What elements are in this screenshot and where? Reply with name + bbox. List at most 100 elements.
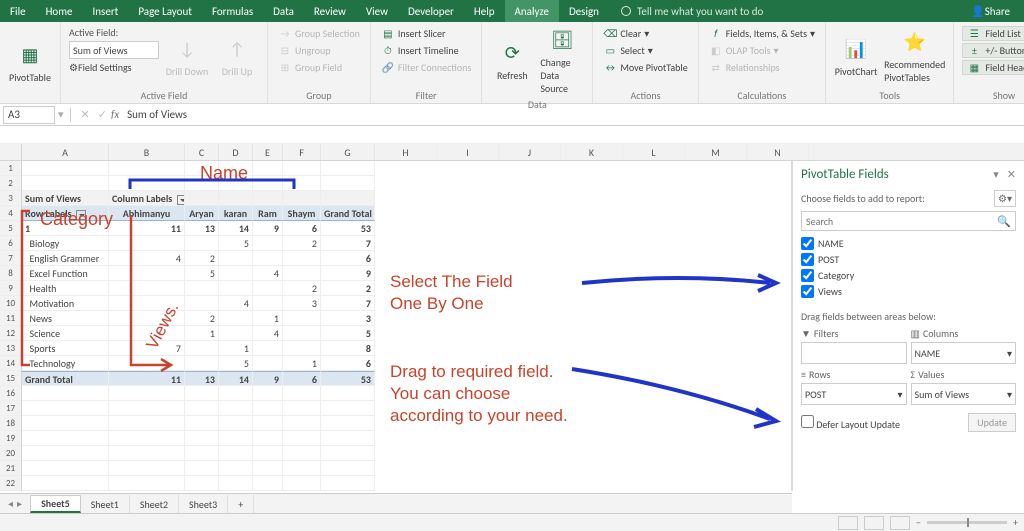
view-pagebreak-icon[interactable] (890, 516, 910, 530)
gear-icon: ⚙ (69, 61, 78, 76)
accept-formula-icon: ✓ (98, 108, 107, 121)
columns-label: ▥ Columns (911, 327, 1017, 340)
values-drop[interactable]: Sum of Views▾ (911, 383, 1017, 405)
pivottable-button[interactable]: ▦PivotTable (8, 26, 52, 99)
view-pagelayout-icon[interactable] (864, 516, 884, 530)
slicer-icon: ▤ (381, 27, 395, 40)
tab-view[interactable]: View (356, 0, 398, 22)
tab-developer[interactable]: Developer (398, 0, 464, 22)
tab-pagelayout[interactable]: Page Layout (128, 0, 202, 22)
fx-icon[interactable]: fx (111, 108, 119, 121)
group-field-icon: ⊞ (278, 61, 292, 74)
filters-drop[interactable] (801, 342, 907, 364)
rec-pt-icon: ⭐ (901, 28, 929, 56)
rows-drop[interactable]: POST▾ (801, 383, 907, 405)
tab-review[interactable]: Review (304, 0, 356, 22)
filter-connections-button: 🔗Filter Connections (379, 60, 473, 75)
pane-gear-icon[interactable]: ⚙▾ (994, 190, 1016, 207)
rel-icon: ⇄ (709, 61, 723, 74)
update-button[interactable]: Update (968, 413, 1016, 432)
field-views[interactable]: Views (801, 285, 1016, 298)
plusminus-buttons-toggle[interactable]: ±+/- Buttons (962, 43, 1024, 58)
sheet-tab[interactable]: Sheet3 (179, 495, 228, 513)
tab-design[interactable]: Design (559, 0, 609, 22)
drill-up-button: ↑Drill Up (215, 26, 259, 86)
datasource-icon: 🗄 (548, 26, 576, 54)
row-headers[interactable]: 12345678910111213141516171819202122 (0, 161, 22, 491)
area-hint: Drag fields between areas below: (801, 310, 1016, 323)
plusminus-icon: ± (967, 44, 981, 57)
insert-slicer-button[interactable]: ▤Insert Slicer (379, 26, 473, 41)
zoom-in-icon[interactable]: + (1013, 516, 1018, 529)
defer-layout-checkbox[interactable]: Defer Layout Update (801, 415, 900, 431)
name-box[interactable]: A3 (3, 106, 55, 124)
pane-dropdown-icon[interactable]: ▾ (993, 168, 999, 181)
field-post[interactable]: POST (801, 253, 1016, 266)
sheet-tabs: ◂ ▸ Sheet5 Sheet1 Sheet2 Sheet3 + (0, 493, 792, 513)
active-field-input[interactable]: Sum of Views (69, 41, 159, 59)
field-headers-toggle[interactable]: ▦Field Headers (962, 60, 1024, 75)
tab-insert[interactable]: Insert (83, 0, 129, 22)
recommended-pivottables-button[interactable]: ⭐Recommended PivotTables (884, 26, 945, 86)
columns-drop[interactable]: NAME▾ (911, 342, 1017, 364)
add-sheet-button[interactable]: + (228, 495, 254, 513)
ribbon: ▦PivotTable Active Field: Sum of Views ⚙… (0, 22, 1024, 104)
menu-tabs: File Home Insert Page Layout Formulas Da… (0, 0, 1024, 22)
filter-conn-icon: 🔗 (381, 61, 395, 74)
relationships-button: ⇄Relationships (707, 60, 817, 75)
tab-home[interactable]: Home (36, 0, 83, 22)
filters-label: ▼ Filters (801, 327, 907, 340)
insert-timeline-button[interactable]: ⏱Insert Timeline (379, 43, 473, 58)
tab-data[interactable]: Data (263, 0, 304, 22)
formula-value[interactable]: Sum of Views (127, 108, 187, 121)
sheet-tab[interactable]: Sheet1 (81, 495, 130, 513)
move-icon: ↔ (603, 61, 617, 74)
select-button[interactable]: ▭Select ▾ (601, 43, 689, 58)
values-label: Σ Values (911, 368, 1017, 381)
pivottable-icon: ▦ (16, 41, 44, 69)
pivotchart-button[interactable]: 📊PivotChart (834, 26, 878, 86)
field-settings-button[interactable]: ⚙Field Settings (69, 61, 159, 76)
drill-down-icon: ↓ (173, 35, 201, 63)
sheet-nav-next[interactable]: ▸ (17, 497, 22, 510)
clear-icon: ⌫ (603, 27, 617, 40)
change-data-source-button[interactable]: 🗄Change Data Source (540, 26, 584, 95)
clear-button[interactable]: ⌫Clear ▾ (601, 26, 689, 41)
move-pivottable-button[interactable]: ↔Move PivotTable (601, 60, 689, 75)
tell-me-search[interactable]: Tell me what you want to do (609, 0, 957, 22)
field-category[interactable]: Category (801, 269, 1016, 282)
sheet-tab[interactable]: Sheet2 (130, 495, 179, 513)
sheet-nav-prev[interactable]: ◂ (8, 497, 13, 510)
fieldlist-icon: ☰ (967, 27, 981, 40)
zoom-slider[interactable] (927, 521, 1007, 524)
fields-items-sets-button[interactable]: 𝑓Fields, Items, & Sets ▾ (707, 26, 817, 41)
refresh-icon: ⟳ (498, 39, 526, 67)
tab-analyze[interactable]: Analyze (505, 0, 559, 22)
tab-file[interactable]: File (0, 0, 36, 22)
group-icon: → (278, 27, 292, 40)
group-selection-button: →Group Selection (276, 26, 362, 41)
pane-close-icon[interactable]: ✕ (1007, 168, 1016, 181)
bulb-icon (621, 6, 631, 16)
column-headers[interactable]: A B C D E F G HIJKLMN (0, 144, 1024, 161)
active-field-label: Active Field: (69, 26, 159, 39)
field-list-toggle[interactable]: ☰Field List (962, 26, 1024, 41)
olap-icon: ◧ (709, 44, 723, 57)
ungroup-button: ⊟Ungroup (276, 43, 362, 58)
timeline-icon: ⏱ (381, 44, 395, 57)
view-normal-icon[interactable] (838, 516, 858, 530)
refresh-button[interactable]: ⟳Refresh (490, 26, 534, 95)
field-search[interactable]: 🔍 (801, 211, 1016, 231)
fis-icon: 𝑓 (709, 27, 723, 40)
rows-label: ≡ Rows (801, 368, 907, 381)
tab-help[interactable]: Help (464, 0, 505, 22)
pivottable-fields-pane: PivotTable Fields▾✕ Choose fields to add… (792, 161, 1024, 491)
share-button[interactable]: 👤 Share (957, 0, 1024, 22)
sheet-tab[interactable]: Sheet5 (30, 495, 81, 513)
field-name[interactable]: NAME (801, 237, 1016, 250)
tab-formulas[interactable]: Formulas (202, 0, 263, 22)
select-icon: ▭ (603, 44, 617, 57)
status-bar: − + (0, 513, 1024, 531)
zoom-out-icon[interactable]: − (916, 516, 921, 529)
pivotchart-icon: 📊 (842, 35, 870, 63)
